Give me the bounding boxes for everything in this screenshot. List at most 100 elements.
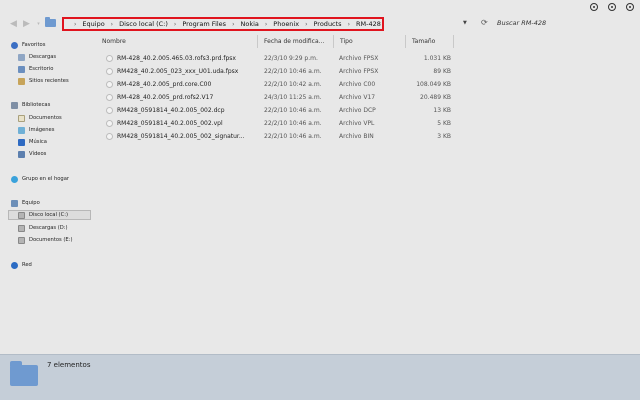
- table-row[interactable]: RM-428_40.2.005.465.03.rofs3.prd.fpsx 22…: [96, 52, 454, 65]
- file-size: 3 KB: [437, 133, 451, 140]
- file-icon: [106, 81, 113, 88]
- column-header-date[interactable]: Fecha de modifica...: [258, 35, 334, 48]
- file-type: Archivo C00: [339, 81, 376, 88]
- history-dropdown-icon[interactable]: ▾: [33, 18, 44, 29]
- drive-icon: [18, 211, 25, 219]
- nav-label: Descargas: [29, 54, 57, 60]
- table-row[interactable]: RM-428_40.2.005_prd.rofs2.V17 24/3/10 11…: [96, 91, 454, 104]
- table-row[interactable]: RM428_0591814_40.2.005_002_signatur... 2…: [96, 130, 454, 143]
- file-name: RM428_40.2.005_023_xxx_U01.uda.fpsx: [117, 68, 239, 75]
- nav-item-disco-c[interactable]: Disco local (C:): [8, 210, 91, 220]
- file-date: 24/3/10 11:25 a.m.: [264, 94, 322, 101]
- nav-homegroup[interactable]: Grupo en el hogar: [11, 174, 103, 184]
- window-controls: [590, 3, 634, 11]
- refresh-icon[interactable]: ⟳: [481, 18, 488, 27]
- chevron-right-icon[interactable]: ›: [348, 21, 350, 28]
- folder-icon: [10, 361, 38, 386]
- file-date: 22/2/10 10:46 a.m.: [264, 133, 322, 140]
- nav-label: Música: [29, 139, 47, 145]
- breadcrumb-item[interactable]: Products: [314, 20, 342, 28]
- file-icon: [106, 133, 113, 140]
- table-row[interactable]: RM-428_40.2.005_prd.core.C00 22/2/10 10:…: [96, 78, 454, 91]
- nav-label: Imágenes: [29, 127, 55, 133]
- table-row[interactable]: RM428_40.2.005_023_xxx_U01.uda.fpsx 22/2…: [96, 65, 454, 78]
- file-icon: [106, 55, 113, 62]
- file-type: Archivo BIN: [339, 133, 374, 140]
- file-size: 20.489 KB: [420, 94, 451, 101]
- column-headers: Nombre Fecha de modifica... Tipo Tamaño: [96, 35, 454, 48]
- file-date: 22/2/10 10:46 a.m.: [264, 120, 322, 127]
- breadcrumb[interactable]: › Equipo › Disco local (C:) › Program Fi…: [62, 17, 384, 31]
- file-icon: [106, 107, 113, 114]
- chevron-right-icon[interactable]: ›: [174, 21, 176, 28]
- recent-places-icon: [18, 77, 25, 85]
- chevron-right-icon[interactable]: ›: [232, 21, 234, 28]
- nav-item-videos[interactable]: Vídeos: [18, 149, 110, 159]
- file-name-cell: RM428_40.2.005_023_xxx_U01.uda.fpsx: [96, 68, 258, 75]
- breadcrumb-item[interactable]: Phoenix: [273, 20, 299, 28]
- documents-icon: [18, 114, 25, 122]
- nav-label: Equipo: [22, 200, 40, 206]
- nav-label: Favoritos: [22, 42, 46, 48]
- nav-favorites[interactable]: Favoritos: [11, 40, 103, 50]
- nav-label: Descargas (D:): [29, 225, 68, 231]
- breadcrumb-item[interactable]: RM-428: [356, 20, 381, 28]
- file-date: 22/2/10 10:46 a.m.: [264, 68, 322, 75]
- back-icon[interactable]: ◀: [8, 18, 19, 29]
- nav-item-disco-d[interactable]: Descargas (D:): [18, 223, 110, 233]
- column-header-size[interactable]: Tamaño: [406, 35, 454, 48]
- file-name: RM-428_40.2.005_prd.core.C00: [117, 81, 212, 88]
- breadcrumb-item[interactable]: Nokia: [240, 20, 258, 28]
- address-bar-row: ◀ ▶ ▾ › Equipo › Disco local (C:) › Prog…: [0, 16, 640, 32]
- chevron-right-icon[interactable]: ›: [305, 21, 307, 28]
- nav-label: Red: [22, 262, 32, 268]
- file-name-cell: RM428_0591814_40.2.005_002.vpl: [96, 120, 258, 127]
- breadcrumb-item[interactable]: Equipo: [82, 20, 104, 28]
- nav-label: Bibliotecas: [22, 102, 51, 108]
- file-date: 22/3/10 9:29 p.m.: [264, 55, 318, 62]
- chevron-right-icon[interactable]: ›: [111, 21, 113, 28]
- address-dropdown-icon[interactable]: ▼: [463, 20, 467, 26]
- file-name-cell: RM428_0591814_40.2.005_002.dcp: [96, 107, 258, 114]
- navigation-pane: Favoritos Descargas Escritorio Sitios re…: [0, 36, 94, 354]
- search-input[interactable]: Buscar RM-428: [497, 19, 546, 27]
- minimize-icon[interactable]: [590, 3, 598, 11]
- breadcrumb-item[interactable]: Program Files: [182, 20, 226, 28]
- breadcrumb-root-chevron-icon[interactable]: ›: [74, 21, 76, 28]
- column-header-type[interactable]: Tipo: [334, 35, 406, 48]
- file-name-cell: RM-428_40.2.005_prd.core.C00: [96, 81, 258, 88]
- forward-icon[interactable]: ▶: [21, 18, 32, 29]
- nav-computer[interactable]: Equipo: [11, 198, 103, 208]
- folder-icon: [45, 17, 56, 27]
- file-name: RM428_0591814_40.2.005_002.vpl: [117, 120, 223, 127]
- file-date: 22/2/10 10:42 a.m.: [264, 81, 322, 88]
- music-icon: [18, 138, 25, 146]
- breadcrumb-item[interactable]: Disco local (C:): [119, 20, 168, 28]
- file-type: Archivo VPL: [339, 120, 375, 127]
- file-size: 108.049 KB: [416, 81, 451, 88]
- maximize-icon[interactable]: [608, 3, 616, 11]
- table-row[interactable]: RM428_0591814_40.2.005_002.dcp 22/2/10 1…: [96, 104, 454, 117]
- close-icon[interactable]: [626, 3, 634, 11]
- file-name: RM428_0591814_40.2.005_002_signatur...: [117, 133, 245, 140]
- nav-network[interactable]: Red: [11, 260, 103, 270]
- desktop-icon: [18, 65, 25, 73]
- file-size: 89 KB: [433, 68, 451, 75]
- file-name: RM428_0591814_40.2.005_002.dcp: [117, 107, 225, 114]
- nav-label: Documentos (E:): [29, 237, 73, 243]
- nav-label: Disco local (C:): [29, 212, 68, 218]
- homegroup-icon: [11, 175, 18, 183]
- file-type: Archivo DCP: [339, 107, 376, 114]
- nav-item-disco-e[interactable]: Documentos (E:): [18, 235, 110, 245]
- chevron-right-icon[interactable]: ›: [265, 21, 267, 28]
- item-count: 7 elementos: [47, 361, 91, 369]
- star-icon: [11, 41, 18, 49]
- table-row[interactable]: RM428_0591814_40.2.005_002.vpl 22/2/10 1…: [96, 117, 454, 130]
- nav-libraries[interactable]: Bibliotecas: [11, 100, 103, 110]
- column-header-name[interactable]: Nombre: [96, 35, 258, 48]
- file-type: Archivo FPSX: [339, 55, 379, 62]
- file-name: RM-428_40.2.005_prd.rofs2.V17: [117, 94, 214, 101]
- nav-label: Escritorio: [29, 66, 54, 72]
- file-name-cell: RM-428_40.2.005.465.03.rofs3.prd.fpsx: [96, 55, 258, 62]
- file-size: 1.031 KB: [423, 55, 451, 62]
